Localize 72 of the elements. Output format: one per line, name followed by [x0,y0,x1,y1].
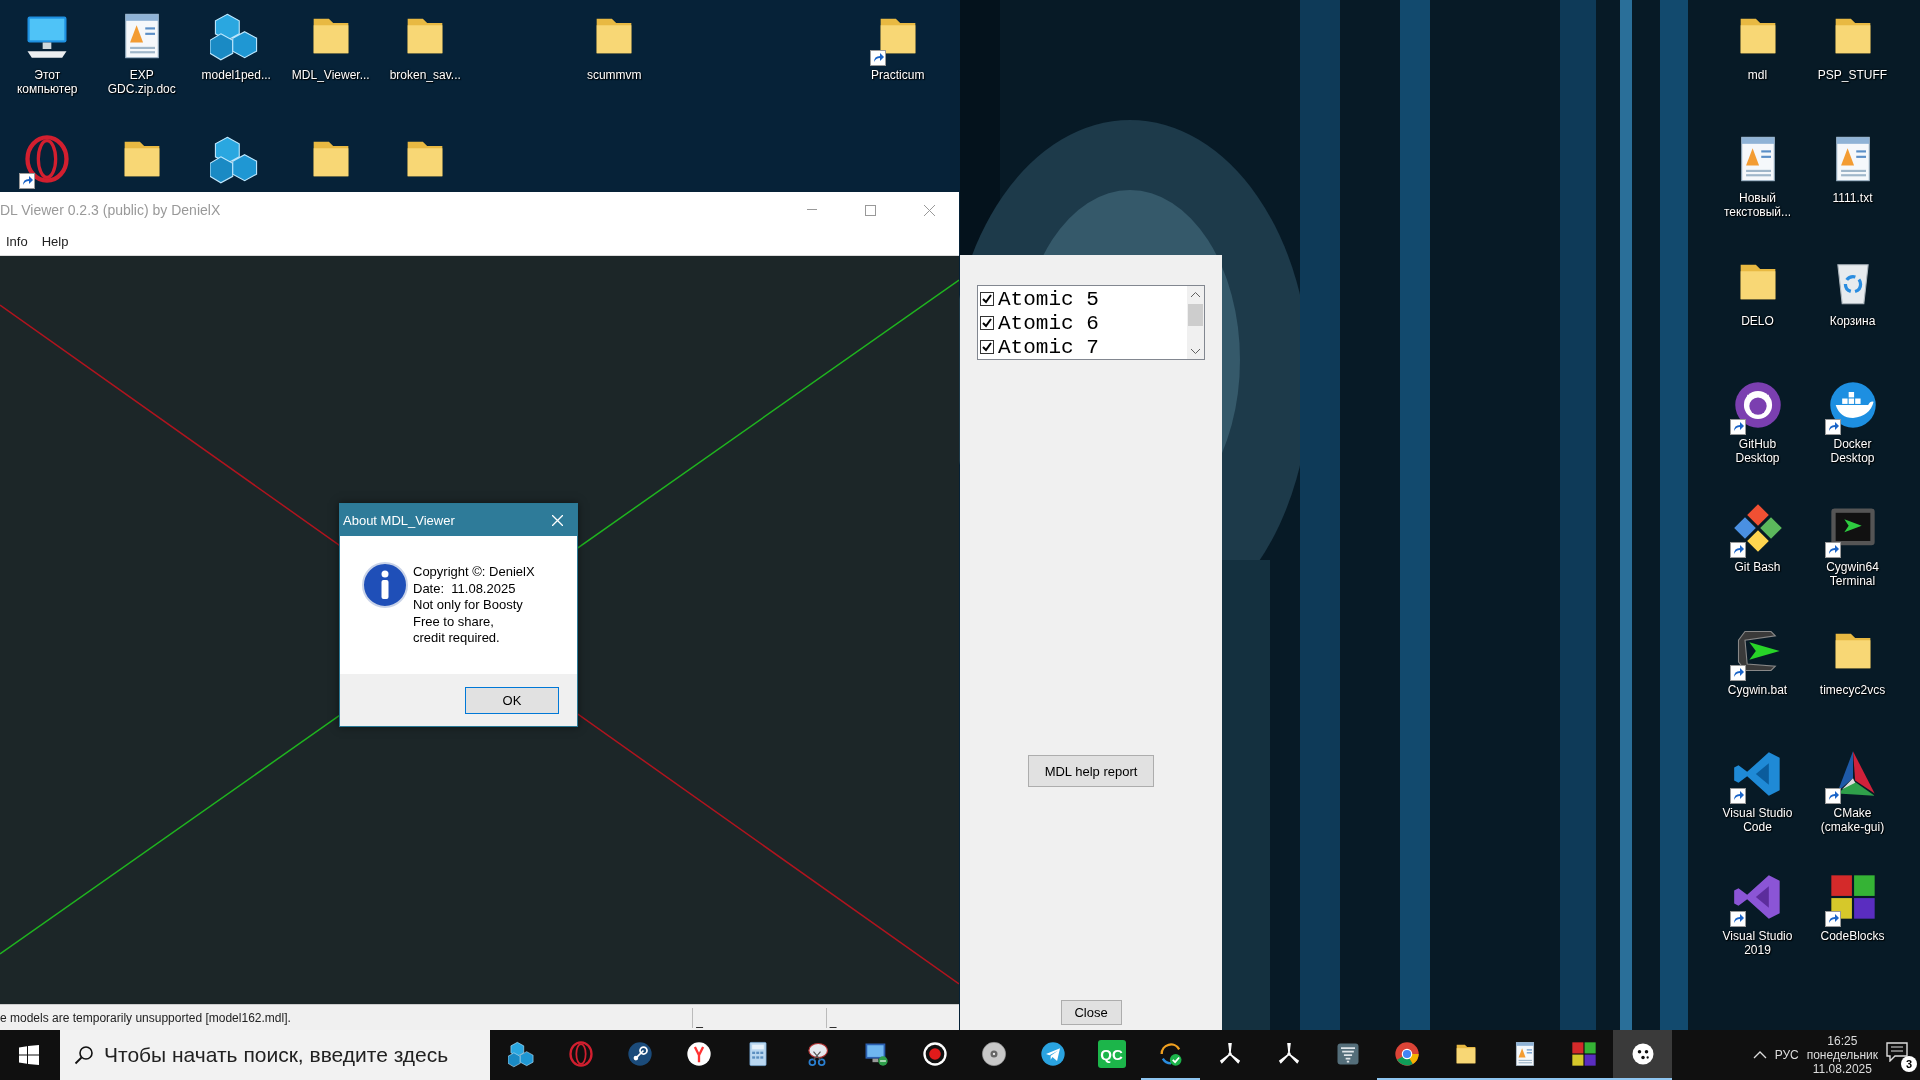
status-pane: _ [692,1007,826,1028]
menu-item[interactable]: Help [35,232,77,251]
icon-label[interactable]: Cygwin64 Terminal [1813,560,1892,588]
status-message: e models are temporarily unsupported [model162.mdl]. [0,1010,292,1025]
icon-label[interactable]: model1ped... [201,68,271,82]
maximize-icon [865,204,876,216]
language-indicator[interactable]: РУС [1774,1048,1799,1062]
taskbar-button[interactable] [1613,1030,1672,1080]
icon-label[interactable]: Cygwin.bat [1727,683,1788,697]
icon-label[interactable]: Этот компьютер [8,68,87,96]
record-icon [920,1040,949,1068]
checkbox[interactable] [980,292,994,306]
close-icon [924,204,935,216]
status-pane: _ [825,1007,959,1028]
icon-label[interactable]: Новый текстовый... [1718,191,1797,219]
icon-label[interactable]: Git Bash [1734,560,1781,574]
icon-label[interactable]: mdl [1747,68,1768,82]
fork-icon [684,1040,713,1068]
ok-button[interactable]: OK [465,686,559,714]
app-logo: QC [1097,1040,1126,1068]
close-icon [551,514,563,526]
icon-label[interactable]: CodeBlocks [1820,929,1885,943]
icon-label[interactable]: Docker Desktop [1813,437,1892,465]
clock-time[interactable]: 16:25 [1827,1034,1858,1048]
disc-icon [979,1040,1008,1068]
clock-day[interactable]: понедельник [1806,1048,1878,1062]
icon-label[interactable]: Корзина [1829,314,1876,328]
about-text: Copyright ©: DenielX [413,564,535,581]
ring-icon [566,1040,595,1068]
list-item[interactable]: Atomic 7 [998,335,1099,359]
checkbox[interactable] [980,316,994,330]
icon-label[interactable]: MDL_Viewer... [291,68,370,82]
search-field[interactable]: Чтобы начать поиск, введите здесь [60,1030,490,1080]
dialog-title: About MDL_Viewer [343,512,456,528]
chevron-up-icon[interactable] [1752,1051,1767,1059]
scroll-up-icon[interactable] [1191,292,1200,298]
cubes-icon [507,1040,536,1068]
blocks-icon [1569,1040,1598,1068]
icon-label[interactable]: GitHub Desktop [1718,437,1797,465]
scrollbar[interactable] [1187,286,1204,359]
checkbox[interactable] [980,340,994,354]
about-text: Free to share, [413,613,495,630]
info-icon [362,562,408,608]
paper-plane-icon [1038,1040,1067,1068]
close-button[interactable]: Close [1060,1000,1122,1025]
icon-label[interactable]: Visual Studio Code [1718,806,1797,834]
icon-label[interactable]: CMake (cmake-gui) [1813,806,1892,834]
icon-label[interactable]: 1111.txt [1832,191,1873,205]
icon-label[interactable]: timecyc2vcs [1819,683,1886,697]
minimize-icon [806,209,817,211]
report-button[interactable]: MDL help report [1028,755,1154,787]
icon-label[interactable]: Practicum [871,68,925,82]
clock-date[interactable]: 11.08.2025 [1812,1062,1872,1076]
about-text: Date: 11.08.2025 [413,580,517,597]
list-item[interactable]: Atomic 6 [998,311,1099,335]
icon-label[interactable]: PSP_STUFF [1817,68,1888,82]
windows-icon [19,1045,39,1065]
tricolor-circle-icon [1392,1040,1421,1068]
about-text: credit required. [413,630,501,647]
icon-label[interactable]: scummvm [586,68,642,82]
wheel-icon [625,1040,654,1068]
list-item[interactable]: Atomic 5 [998,287,1099,311]
notification-count: 3 [1901,1056,1917,1072]
icon-label[interactable]: Visual Studio 2019 [1718,929,1797,957]
scroll-down-icon[interactable] [1191,348,1200,354]
notification-icon[interactable] [1886,1042,1908,1062]
about-text: Not only for Boosty [413,597,524,614]
window-title: DL Viewer 0.2.3 (public) by DenielX [0,202,222,218]
menu-item[interactable]: Info [0,232,36,251]
icon-label[interactable]: DELO [1741,314,1774,328]
icon-label[interactable]: EXP GDC.zip.doc [102,68,181,96]
icon-label[interactable]: broken_sav... [389,68,461,82]
